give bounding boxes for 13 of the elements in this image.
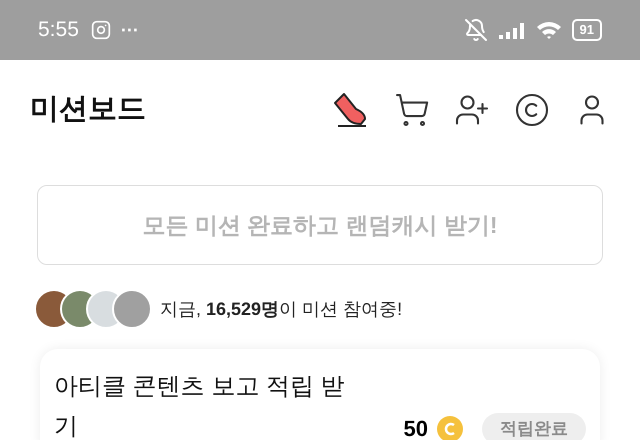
cart-icon[interactable] (394, 92, 430, 128)
page-title: 미션보드 (30, 92, 146, 128)
reward-amount: 50 (404, 415, 428, 440)
more-dots: ··· (120, 18, 139, 42)
participants-text: 지금, 16,529명이 미션 참여중! (160, 298, 402, 320)
bell-muted-icon (464, 18, 488, 42)
camera-icon (90, 20, 111, 40)
status-time: 5:55 (38, 17, 79, 44)
mission-title: 아티클 콘텐츠 보고 적립 받기 (54, 372, 346, 440)
battery-indicator: 91 (572, 19, 602, 41)
random-cash-banner[interactable]: 모든 미션 완료하고 랜덤캐시 받기! (37, 185, 603, 265)
coin-icon[interactable] (514, 92, 550, 128)
wifi-icon (536, 20, 562, 40)
